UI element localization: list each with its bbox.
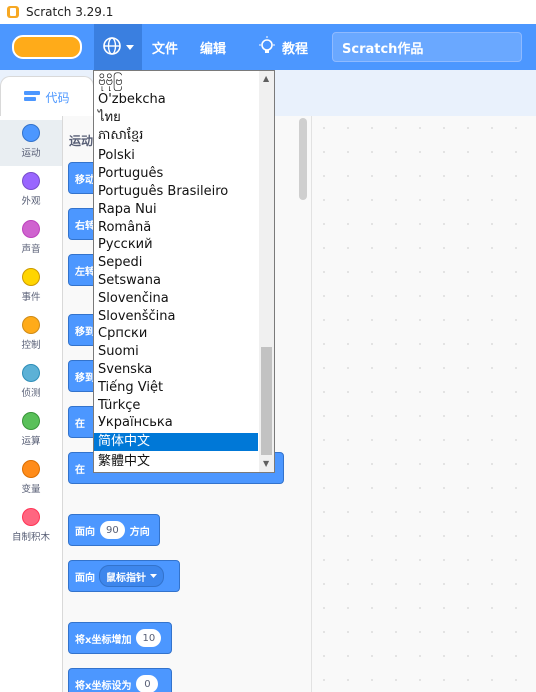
block-change-x[interactable]: 将x坐标增加 10 xyxy=(68,622,172,654)
block-label: 方向 xyxy=(129,526,150,538)
scrollbar-thumb[interactable] xyxy=(261,347,272,455)
window-title: Scratch 3.29.1 xyxy=(26,5,114,19)
category-events[interactable]: 事件 xyxy=(0,264,62,310)
category-label: 侦测 xyxy=(21,388,41,399)
caret-down-icon xyxy=(126,40,134,54)
category-menu: 运动 外观 声音 事件 控制 侦测 运算 变量 自制积木 xyxy=(0,116,63,692)
category-sensing[interactable]: 侦测 xyxy=(0,360,62,406)
tab-code-label: 代码 xyxy=(45,90,70,105)
looks-dot-icon xyxy=(22,172,40,190)
language-option[interactable]: Português xyxy=(94,165,258,183)
dropdown-value: 鼠标指针 xyxy=(106,572,146,584)
language-option[interactable]: Українська xyxy=(94,414,258,432)
language-dropdown-list[interactable]: ဗိုဗိုဗြ O'zbekcha ไทย ភាសាខ្មែរ Polski … xyxy=(93,70,275,473)
variables-dot-icon xyxy=(22,460,40,478)
scroll-up-arrow-icon[interactable]: ▲ xyxy=(263,74,269,83)
category-operators[interactable]: 运算 xyxy=(0,408,62,454)
tutorials-label: 教程 xyxy=(282,41,309,57)
category-motion[interactable]: 运动 xyxy=(0,120,62,166)
block-point-direction[interactable]: 面向 90 方向 xyxy=(68,514,160,546)
category-sound[interactable]: 声音 xyxy=(0,216,62,262)
block-label: 在 xyxy=(75,418,85,430)
change-x-input[interactable]: 10 xyxy=(136,629,162,647)
language-option[interactable]: ไทย xyxy=(94,109,258,127)
script-workspace[interactable] xyxy=(311,116,536,692)
towards-dropdown[interactable]: 鼠标指针 xyxy=(99,565,164,587)
language-option[interactable]: Rapa Nui xyxy=(94,201,258,219)
file-menu[interactable]: 文件 xyxy=(152,38,178,57)
globe-icon xyxy=(102,36,122,59)
my-blocks-dot-icon xyxy=(22,508,40,526)
block-label: 将x坐标增加 xyxy=(75,634,132,646)
motion-dot-icon xyxy=(22,124,40,142)
tab-code[interactable]: 代码 xyxy=(0,76,94,117)
language-option[interactable]: Русский xyxy=(94,236,258,254)
language-option[interactable]: Slovenščina xyxy=(94,308,258,326)
caret-down-icon xyxy=(150,571,157,582)
palette-scrollbar[interactable] xyxy=(299,118,307,200)
category-label: 自制积木 xyxy=(11,532,50,543)
sensing-dot-icon xyxy=(22,364,40,382)
menu-bar: 文件 编辑 教程 Scratch作品 xyxy=(0,24,536,70)
tutorials-button[interactable]: 教程 xyxy=(258,32,308,62)
category-my-blocks[interactable]: 自制积木 xyxy=(0,504,62,550)
block-label: 面向 xyxy=(75,526,95,538)
lightbulb-icon xyxy=(258,35,276,59)
operators-dot-icon xyxy=(22,412,40,430)
language-option[interactable]: Svenska xyxy=(94,361,258,379)
category-label: 变量 xyxy=(21,484,41,495)
category-variables[interactable]: 变量 xyxy=(0,456,62,502)
block-label: 右转 xyxy=(75,220,95,232)
block-label: 移动 xyxy=(75,174,95,186)
category-control[interactable]: 控制 xyxy=(0,312,62,358)
block-label: 面向 xyxy=(75,572,95,584)
block-label: 在 xyxy=(75,464,85,476)
category-label: 运动 xyxy=(21,148,41,159)
category-looks[interactable]: 外观 xyxy=(0,168,62,214)
category-label: 事件 xyxy=(21,292,41,303)
block-label: 移到 xyxy=(75,326,95,338)
set-x-input[interactable]: 0 xyxy=(136,675,159,692)
category-label: 外观 xyxy=(21,196,41,207)
category-label: 声音 xyxy=(21,244,41,255)
language-option[interactable]: Slovenčina xyxy=(94,290,258,308)
language-option[interactable]: Српски xyxy=(94,325,258,343)
code-blocks-icon xyxy=(24,90,45,105)
language-option[interactable]: O'zbekcha xyxy=(94,91,258,109)
sound-dot-icon xyxy=(22,220,40,238)
language-option[interactable]: ဗိုဗိုဗြ xyxy=(94,73,258,91)
block-label: 移到 xyxy=(75,372,95,384)
window-titlebar: Scratch 3.29.1 xyxy=(0,0,536,25)
scratch-logo[interactable] xyxy=(12,34,82,60)
language-option[interactable]: Sepedi xyxy=(94,254,258,272)
category-label: 运算 xyxy=(21,436,41,447)
control-dot-icon xyxy=(22,316,40,334)
block-label: 左转 xyxy=(75,266,95,278)
language-option[interactable]: ភាសាខ្មែរ xyxy=(94,127,258,145)
language-menu-button[interactable] xyxy=(94,24,142,70)
project-title-input[interactable]: Scratch作品 xyxy=(332,32,522,62)
direction-input[interactable]: 90 xyxy=(100,521,125,539)
language-list-scrollbar[interactable]: ▲ ▼ xyxy=(259,71,274,472)
events-dot-icon xyxy=(22,268,40,286)
language-option[interactable]: Português Brasileiro xyxy=(94,183,258,201)
category-label: 控制 xyxy=(21,340,41,351)
block-label: 将x坐标设为 xyxy=(75,680,132,692)
language-option[interactable]: Tiếng Việt xyxy=(94,379,258,397)
scratch-app-icon xyxy=(6,5,20,19)
language-option-selected[interactable]: 简体中文 xyxy=(94,433,258,451)
block-point-towards[interactable]: 面向 鼠标指针 xyxy=(68,560,180,592)
language-option[interactable]: Setswana xyxy=(94,272,258,290)
block-set-x[interactable]: 将x坐标设为 0 xyxy=(68,668,172,692)
language-option[interactable]: Türkçe xyxy=(94,397,258,415)
language-option[interactable]: Română xyxy=(94,219,258,237)
edit-menu[interactable]: 编辑 xyxy=(200,38,226,57)
scroll-down-arrow-icon[interactable]: ▼ xyxy=(263,459,269,468)
language-option[interactable]: Suomi xyxy=(94,343,258,361)
palette-section-title: 运动 xyxy=(69,134,94,148)
language-option[interactable]: Polski xyxy=(94,147,258,165)
language-option[interactable]: 繁體中文 xyxy=(94,453,258,471)
